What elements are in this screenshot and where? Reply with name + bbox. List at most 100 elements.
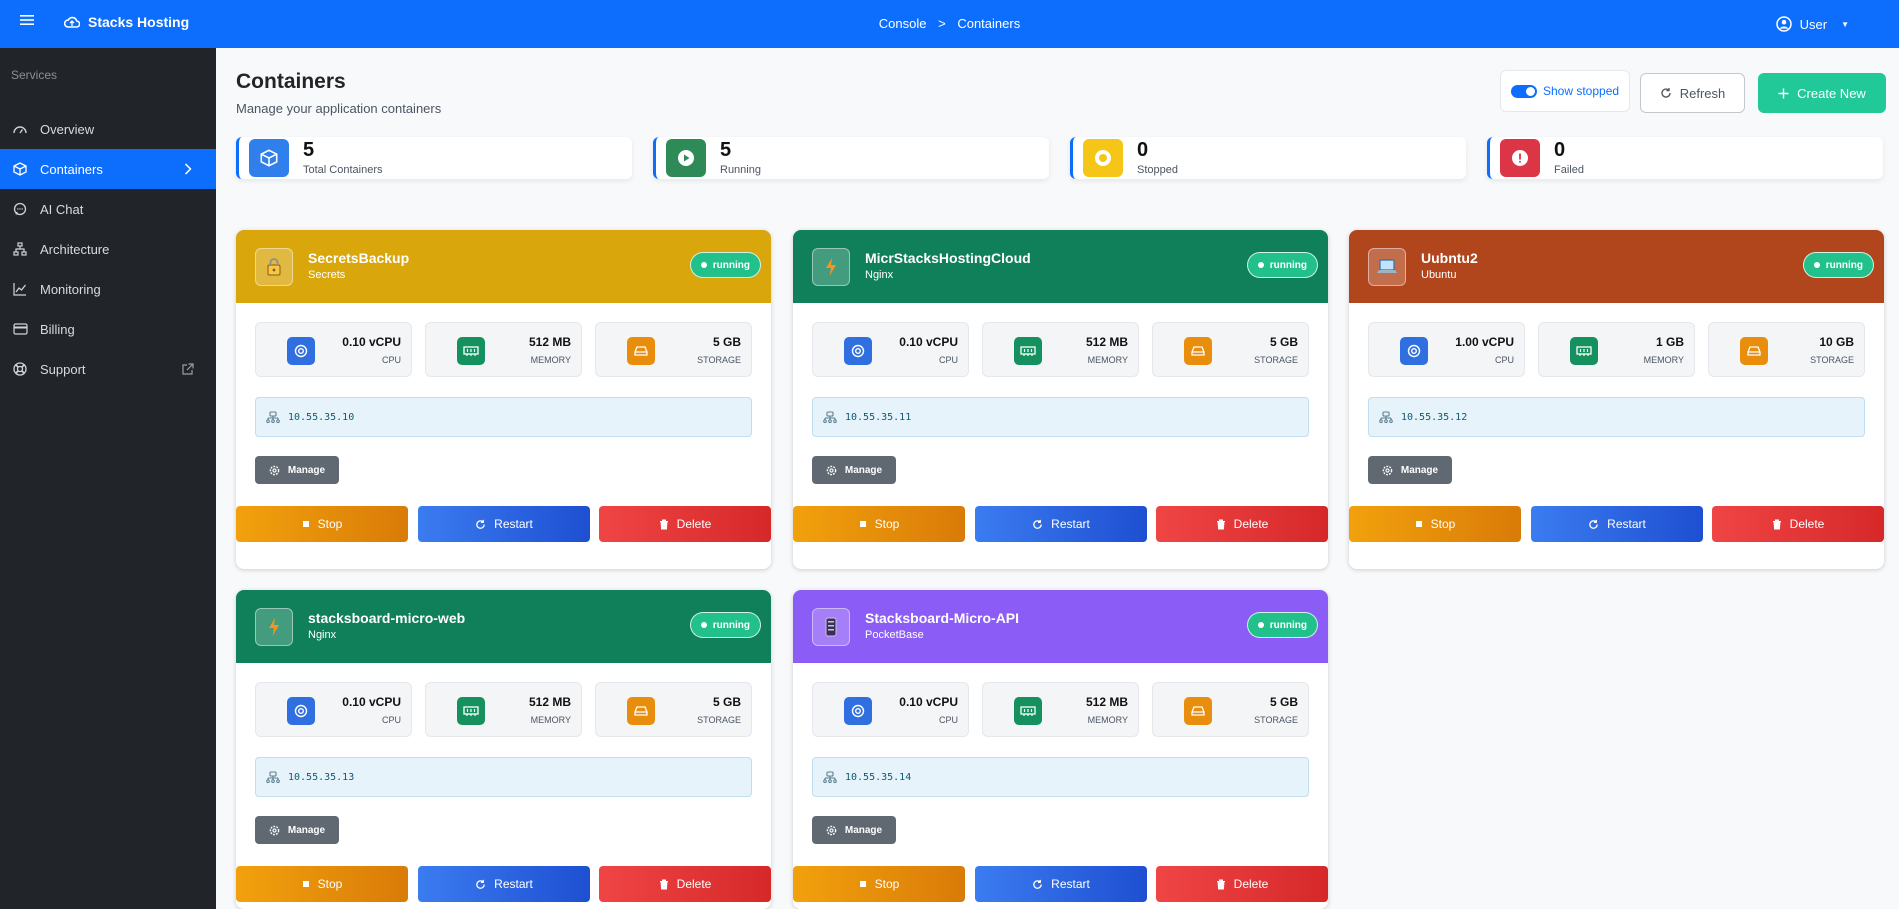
- stat-card-total: 5 Total Containers: [236, 137, 632, 179]
- breadcrumb-console[interactable]: Console: [879, 16, 927, 31]
- sidebar-item-support[interactable]: Support: [0, 349, 216, 389]
- sidebar-item-billing[interactable]: Billing: [0, 309, 216, 349]
- manage-label: Manage: [1400, 464, 1439, 476]
- memory-resource: 1 GB MEMORY: [1538, 322, 1695, 377]
- card-header: Stacksboard-Micro-API PocketBase running: [793, 590, 1328, 663]
- memory-resource: 512 MB MEMORY: [982, 322, 1139, 377]
- breadcrumb: Console > Containers: [0, 16, 1899, 31]
- sidebar-item-monitoring[interactable]: Monitoring: [0, 269, 216, 309]
- restart-icon: [475, 519, 486, 530]
- manage-button[interactable]: Manage: [812, 456, 896, 484]
- stat-value: 5: [720, 139, 732, 161]
- manage-button[interactable]: Manage: [812, 816, 896, 844]
- delete-button[interactable]: Delete: [1156, 866, 1328, 902]
- sidebar-item-label: Billing: [40, 321, 75, 337]
- sidebar-item-containers[interactable]: Containers: [0, 149, 216, 189]
- cpu-icon: [287, 697, 315, 725]
- cpu-resource: 0.10 vCPU CPU: [255, 322, 412, 377]
- external-link-icon: [181, 362, 194, 376]
- ip-address-box: 10.55.35.13: [255, 757, 752, 797]
- restart-button[interactable]: Restart: [418, 866, 590, 902]
- storage-resource: 5 GB STORAGE: [595, 322, 752, 377]
- manage-button[interactable]: Manage: [255, 456, 339, 484]
- stop-button[interactable]: Stop: [236, 866, 408, 902]
- sidebar-item-label: Architecture: [40, 241, 110, 257]
- diagram-icon: [12, 241, 28, 257]
- delete-button[interactable]: Delete: [1156, 506, 1328, 542]
- cpu-icon: [1400, 337, 1428, 365]
- network-icon: [266, 771, 280, 783]
- ip-address: 10.55.35.10: [288, 411, 355, 423]
- status-badge: running: [1246, 252, 1318, 278]
- storage-resource: 5 GB STORAGE: [1152, 682, 1309, 737]
- chart-icon: [12, 281, 28, 297]
- delete-label: Delete: [1233, 877, 1269, 891]
- storage-label: STORAGE: [1254, 355, 1298, 365]
- delete-button[interactable]: Delete: [1712, 506, 1884, 542]
- ip-address-box: 10.55.35.11: [812, 397, 1309, 437]
- user-label: User: [1799, 16, 1828, 32]
- cpu-resource: 0.10 vCPU CPU: [812, 682, 969, 737]
- ip-address: 10.55.35.14: [845, 771, 912, 783]
- sidebar-item-label: AI Chat: [40, 201, 84, 217]
- box-icon: [249, 139, 289, 177]
- toggle-switch[interactable]: [1511, 84, 1537, 98]
- storage-icon: [627, 337, 655, 365]
- stop-icon: [1415, 520, 1423, 528]
- trash-icon: [659, 519, 669, 530]
- show-stopped-toggle[interactable]: Show stopped: [1500, 70, 1631, 112]
- storage-value: 10 GB: [1819, 335, 1854, 349]
- restart-button[interactable]: Restart: [975, 866, 1147, 902]
- container-name: MicrStacksHostingCloud: [865, 250, 1031, 266]
- card-header: Uubntu2 Ubuntu running: [1349, 230, 1884, 303]
- stop-button[interactable]: Stop: [1349, 506, 1521, 542]
- container-card-uubntu2: Uubntu2 Ubuntu running 1.00 vCPU CPU 1 G…: [1349, 230, 1884, 569]
- restart-button[interactable]: Restart: [418, 506, 590, 542]
- manage-label: Manage: [844, 824, 883, 836]
- manage-button[interactable]: Manage: [1368, 456, 1452, 484]
- restart-icon: [1032, 519, 1043, 530]
- stop-button[interactable]: Stop: [236, 506, 408, 542]
- caret-down-icon: ▼: [1841, 19, 1849, 29]
- refresh-button[interactable]: Refresh: [1640, 73, 1745, 113]
- user-menu[interactable]: User ▼: [1775, 16, 1849, 32]
- restart-label: Restart: [1051, 517, 1090, 531]
- restart-button[interactable]: Restart: [1531, 506, 1703, 542]
- sidebar-item-label: Overview: [40, 121, 95, 137]
- memory-label: MEMORY: [530, 355, 571, 365]
- status-text: running: [1269, 259, 1307, 271]
- chevron-right-icon: [184, 163, 192, 175]
- restart-label: Restart: [1607, 517, 1646, 531]
- container-type: Secrets: [308, 269, 346, 281]
- stat-label: Stopped: [1137, 164, 1178, 176]
- status-badge: running: [689, 612, 761, 638]
- storage-value: 5 GB: [1269, 695, 1298, 709]
- memory-label: MEMORY: [1087, 355, 1128, 365]
- restart-icon: [475, 879, 486, 890]
- plus-icon: [1778, 88, 1789, 99]
- sidebar-item-overview[interactable]: Overview: [0, 109, 216, 149]
- refresh-label: Refresh: [1679, 85, 1726, 101]
- cpu-label: CPU: [1494, 355, 1514, 365]
- sidebar-item-architecture[interactable]: Architecture: [0, 229, 216, 269]
- trash-icon: [1216, 879, 1226, 890]
- storage-label: STORAGE: [1810, 355, 1854, 365]
- storage-icon: [1740, 337, 1768, 365]
- delete-button[interactable]: Delete: [599, 506, 771, 542]
- sidebar-item-ai-chat[interactable]: AI Chat: [0, 189, 216, 229]
- restart-label: Restart: [494, 517, 533, 531]
- memory-value: 512 MB: [1085, 335, 1128, 349]
- status-badge: running: [689, 252, 761, 278]
- stat-label: Running: [720, 164, 761, 176]
- manage-button[interactable]: Manage: [255, 816, 339, 844]
- status-dot-icon: [1257, 622, 1264, 628]
- memory-icon: [457, 697, 485, 725]
- cpu-value: 0.10 vCPU: [342, 335, 401, 349]
- stop-button[interactable]: Stop: [793, 866, 965, 902]
- create-new-button[interactable]: Create New: [1758, 73, 1886, 113]
- storage-icon: [1184, 697, 1212, 725]
- card-header: MicrStacksHostingCloud Nginx running: [793, 230, 1328, 303]
- stop-button[interactable]: Stop: [793, 506, 965, 542]
- delete-button[interactable]: Delete: [599, 866, 771, 902]
- restart-button[interactable]: Restart: [975, 506, 1147, 542]
